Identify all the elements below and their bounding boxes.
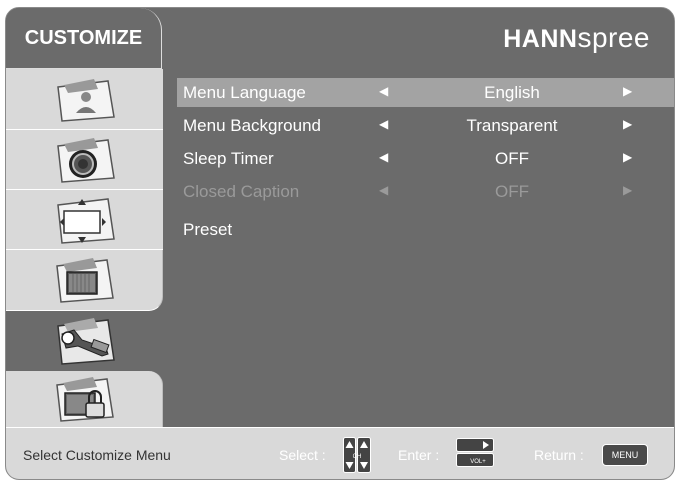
right-arrow-icon[interactable]: ▶ bbox=[623, 150, 632, 164]
menu-row-sleep-timer[interactable]: Sleep Timer ◀ OFF ▶ bbox=[177, 144, 674, 173]
ch-key-text: CH bbox=[353, 454, 362, 460]
row-value: OFF bbox=[495, 182, 529, 201]
row-value: OFF bbox=[495, 149, 529, 168]
menu-row-menu-language[interactable]: Menu Language ◀ English ▶ bbox=[177, 78, 674, 107]
menu-row-preset[interactable]: Preset bbox=[177, 215, 674, 244]
sidebar-item-picture[interactable] bbox=[6, 69, 163, 130]
menu-key-button[interactable]: MENU bbox=[602, 444, 648, 466]
menu-panel: Menu Language ◀ English ▶ Menu Backgroun… bbox=[163, 69, 674, 427]
screen-icon bbox=[56, 197, 115, 244]
sidebar-item-parental-lock[interactable] bbox=[6, 371, 163, 427]
row-label: Menu Background bbox=[183, 116, 321, 135]
sidebar-item-screen[interactable] bbox=[6, 190, 163, 250]
right-arrow-icon[interactable]: ▶ bbox=[623, 117, 632, 131]
brand-bold: HANN bbox=[503, 25, 578, 53]
vol-key-text: VOL+ bbox=[470, 459, 486, 465]
row-label: Menu Language bbox=[183, 83, 306, 102]
row-value: Transparent bbox=[466, 116, 558, 135]
brand-light: spree bbox=[577, 22, 650, 53]
sidebar-item-customize[interactable] bbox=[6, 311, 163, 371]
pc-icon bbox=[56, 258, 114, 303]
sidebar-item-pc[interactable] bbox=[6, 250, 163, 311]
brand-logo: HANNspree bbox=[503, 22, 650, 54]
page-title: CUSTOMIZE bbox=[6, 8, 162, 69]
sidebar-item-sound[interactable] bbox=[6, 130, 163, 190]
ch-key-icon: CH bbox=[343, 437, 371, 473]
right-arrow-icon: ▶ bbox=[623, 183, 633, 197]
enter-label: Enter : bbox=[398, 447, 440, 463]
left-arrow-icon: ◀ bbox=[379, 183, 389, 197]
footer-hint: Select Customize Menu bbox=[23, 447, 171, 463]
menu-row-closed-caption: Closed Caption ◀ OFF ▶ bbox=[177, 177, 674, 206]
header: CUSTOMIZE HANNspree bbox=[6, 8, 674, 69]
select-label: Select : bbox=[279, 447, 326, 463]
return-label: Return : bbox=[534, 447, 584, 463]
customize-icon bbox=[56, 318, 115, 365]
menu-row-menu-background[interactable]: Menu Background ◀ Transparent ▶ bbox=[177, 111, 674, 140]
sound-icon bbox=[56, 137, 115, 183]
parental-lock-icon bbox=[56, 377, 114, 422]
row-value: English bbox=[484, 83, 540, 102]
sidebar bbox=[6, 69, 163, 427]
footer: Select Customize Menu Select : CH Enter … bbox=[6, 427, 674, 479]
row-label: Preset bbox=[183, 220, 233, 239]
row-label: Sleep Timer bbox=[183, 149, 274, 168]
left-arrow-icon[interactable]: ◀ bbox=[379, 117, 388, 131]
picture-icon bbox=[56, 79, 115, 122]
osd-panel: CUSTOMIZE HANNspree Menu Language ◀ Engl… bbox=[5, 7, 675, 480]
left-arrow-icon[interactable]: ◀ bbox=[379, 84, 388, 98]
left-arrow-icon[interactable]: ◀ bbox=[379, 150, 388, 164]
vol-key-icon: VOL+ bbox=[456, 438, 494, 467]
row-label: Closed Caption bbox=[183, 182, 300, 201]
right-arrow-icon[interactable]: ▶ bbox=[623, 84, 632, 98]
